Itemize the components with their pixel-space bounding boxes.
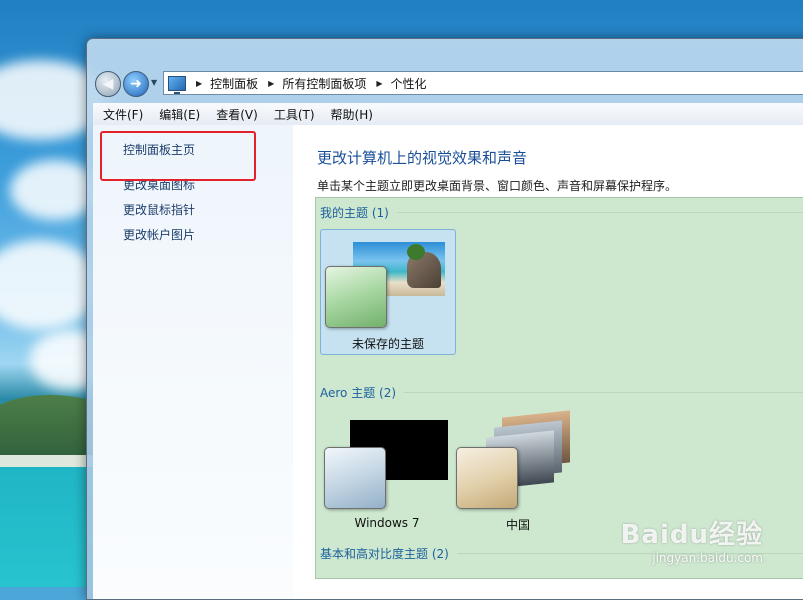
- group-header-my-themes[interactable]: 我的主题 (1): [320, 204, 803, 221]
- window-color-swatch: [325, 266, 387, 328]
- menu-help[interactable]: 帮助(H): [331, 106, 373, 123]
- group-label: 基本和高对比度主题 (2): [320, 547, 449, 561]
- sidebar-link-mouse-pointers[interactable]: 更改鼠标指针: [123, 201, 195, 218]
- breadcrumb-personalization[interactable]: 个性化: [391, 75, 427, 92]
- theme-tile-china[interactable]: 中国: [456, 410, 590, 532]
- theme-name: Windows 7: [354, 516, 420, 530]
- breadcrumb-all-items[interactable]: 所有控制面板项: [282, 75, 366, 92]
- theme-tile-unsaved[interactable]: 未保存的主题: [320, 229, 456, 355]
- chevron-right-icon[interactable]: ▶: [196, 79, 202, 88]
- navigation-bar: ◀ ➜ ▼ ▶ 控制面板 ▶ 所有控制面板项 ▶ 个性化: [87, 67, 803, 101]
- task-sidebar: 控制面板主页 更改桌面图标 更改鼠标指针 更改帐户图片: [93, 125, 293, 599]
- menu-file[interactable]: 文件(F): [103, 106, 143, 123]
- group-label: Aero 主题 (2): [320, 386, 397, 400]
- forward-button[interactable]: ➜: [123, 71, 149, 97]
- watermark-url: jingyan.baidu.com: [652, 551, 763, 565]
- chevron-right-icon[interactable]: ▶: [268, 79, 274, 88]
- page-title: 更改计算机上的视觉效果和声音: [317, 149, 528, 167]
- theme-name: 未保存的主题: [351, 337, 424, 351]
- arrow-right-icon: ➜: [130, 76, 142, 92]
- chevron-right-icon[interactable]: ▶: [376, 79, 382, 88]
- menu-tools[interactable]: 工具(T): [274, 106, 315, 123]
- group-label: 我的主题 (1): [320, 206, 389, 220]
- watermark-logo: Baidu经验: [620, 520, 763, 550]
- theme-name: 中国: [505, 518, 530, 532]
- breadcrumb-control-panel[interactable]: 控制面板: [210, 75, 258, 92]
- group-header-aero-themes[interactable]: Aero 主题 (2): [320, 384, 803, 401]
- baidu-watermark: Baidu经验 jingyan.baidu.com: [621, 514, 763, 565]
- window-color-swatch: [456, 447, 518, 509]
- page-description: 单击某个主题立即更改桌面背景、窗口颜色、声音和屏幕保护程序。: [317, 179, 678, 193]
- menu-view[interactable]: 查看(V): [216, 106, 258, 123]
- recent-pages-dropdown-icon[interactable]: ▼: [151, 78, 157, 87]
- window-color-swatch: [324, 447, 386, 509]
- address-bar[interactable]: ▶ 控制面板 ▶ 所有控制面板项 ▶ 个性化: [163, 71, 803, 95]
- sidebar-link-account-picture[interactable]: 更改帐户图片: [123, 226, 195, 243]
- menu-edit[interactable]: 编辑(E): [159, 106, 200, 123]
- highlight-annotation-box: [100, 131, 256, 181]
- back-button[interactable]: ◀: [95, 71, 121, 97]
- menu-bar: 文件(F) 编辑(E) 查看(V) 工具(T) 帮助(H): [93, 103, 803, 125]
- theme-tile-windows7[interactable]: Windows 7: [320, 414, 454, 532]
- control-panel-icon: [168, 75, 186, 94]
- arrow-left-icon: ◀: [102, 76, 114, 92]
